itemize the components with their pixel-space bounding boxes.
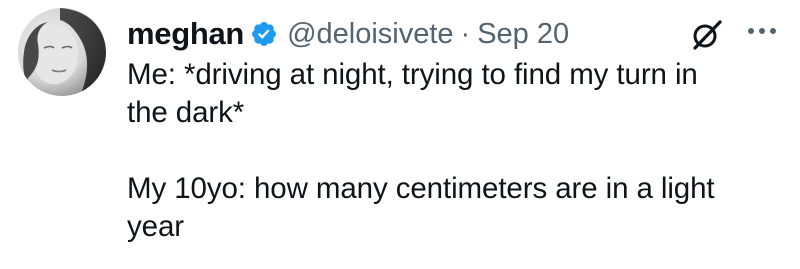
tweet-text-line: Me: *driving at night, trying to find my… bbox=[127, 58, 698, 91]
tweet-text: Me: *driving at night, trying to find my… bbox=[127, 56, 777, 246]
tweet-text-line: year bbox=[127, 210, 184, 243]
tweet-header: meghan @deloisivete · Sep 20 bbox=[127, 14, 569, 54]
separator-dot: · bbox=[460, 17, 471, 50]
display-name[interactable]: meghan bbox=[127, 16, 244, 52]
more-options-icon[interactable] bbox=[745, 20, 779, 42]
handle[interactable]: @deloisivete bbox=[287, 18, 453, 51]
tweet-text-line: the dark* bbox=[127, 96, 245, 129]
tweet[interactable]: meghan @deloisivete · Sep 20 Me: *drivin… bbox=[0, 0, 800, 269]
grok-icon[interactable] bbox=[691, 19, 723, 51]
verified-badge-icon bbox=[250, 20, 278, 48]
timestamp[interactable]: Sep 20 bbox=[477, 18, 569, 51]
profile-photo-icon bbox=[18, 8, 106, 96]
avatar[interactable] bbox=[18, 8, 106, 96]
tweet-text-line: My 10yo: how many centimeters are in a l… bbox=[127, 172, 715, 205]
